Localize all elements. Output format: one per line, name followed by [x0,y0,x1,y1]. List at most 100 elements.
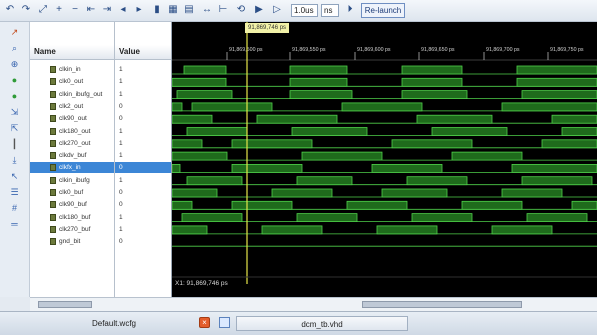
signal-value[interactable]: 0 [115,187,171,198]
signal-value[interactable]: 1 [115,76,171,87]
waveform-canvas[interactable]: 91,869,500 ps 91,869,550 ps 91,869,600 ps 9… [172,22,597,297]
signal-row[interactable]: clk0_out [30,76,114,87]
signal-icon [50,189,56,196]
close-tab-icon[interactable]: × [199,317,210,328]
horizontal-scrollbar[interactable] [30,297,597,311]
circle-back-icon[interactable]: ● [8,90,21,103]
signal-row[interactable]: clkin_ibufg_out [30,89,114,100]
signal-row[interactable]: clk180_out [30,126,114,137]
grid-icon[interactable]: ▦ [166,3,180,17]
wave-high-pulse [172,77,227,87]
restart-icon[interactable]: ⟲ [234,3,248,17]
signal-row[interactable]: clkdv_buf [30,150,114,161]
file-icon [219,317,230,328]
signal-name: clk90_buf [59,201,87,209]
pointer-icon[interactable]: ↖ [8,170,21,183]
wave-high-pulse [431,127,508,136]
signal-row[interactable]: clk180_buf [30,212,114,223]
tab-default-wcfg[interactable]: Default.wcfg [60,316,168,331]
radix-icon[interactable]: # [8,202,21,215]
collapse-icon[interactable]: ⇱ [8,122,21,135]
signal-value[interactable]: 1 [115,212,171,223]
run-icon[interactable]: ▶ [252,3,266,17]
search-icon[interactable]: ⌕ [8,42,21,55]
zoom-fit-icon[interactable]: ⤢ [36,3,50,17]
zoom-icon[interactable]: ⊕ [8,58,21,71]
bar-chart-icon[interactable]: ▤ [182,3,196,17]
zoom-out-icon[interactable]: − [68,3,82,17]
wave-high-pulse [172,188,218,198]
signal-value[interactable]: 1 [115,175,171,186]
redo-icon[interactable]: ↷ [19,3,33,17]
signal-row[interactable]: clk270_out [30,138,114,149]
signal-icon [50,90,56,98]
wave-high-pulse [181,213,243,223]
run-time-unit-select[interactable]: ns [321,4,339,17]
go-to-start-icon[interactable]: ⇤ [84,3,98,17]
wave-high-pulse [416,114,493,124]
wave-high-pulse [521,176,593,186]
wave-high-pulse [186,176,243,186]
signal-value[interactable]: 1 [115,224,171,235]
signal-value[interactable]: 0 [115,236,171,247]
expand-icon[interactable]: ⇲ [8,106,21,119]
ruler-tick-label: 91,869,600 ps [357,47,391,53]
signal-value[interactable]: 1 [115,126,171,137]
tab-dcm-tb-vhd[interactable]: dcm_tb.vhd [236,316,408,331]
arrow-icon[interactable]: ↗ [8,26,21,39]
list-icon[interactable]: ☰ [8,186,21,199]
run-for-icon[interactable]: ▷ [270,3,284,17]
next-transition-icon[interactable]: ▸ [132,3,146,17]
signal-value[interactable]: 0 [115,101,171,112]
wave-pane-scroll-thumb[interactable] [362,301,522,308]
signal-row[interactable]: clk90_buf [30,199,114,210]
wave-high-pulse [526,213,588,223]
wave-high-pulse [172,225,208,235]
timeline-ruler [172,22,597,60]
undo-icon[interactable]: ↶ [3,3,17,17]
signal-value[interactable]: 1 [115,138,171,149]
left-toolbar: ↗ ⌕ ⊕ ● ● ⇲ ⇱ ┃ ⤓ ↖ ☰ # ═ [0,22,30,297]
signal-row[interactable]: clk270_buf [30,224,114,235]
wave-high-pulse [231,139,313,149]
signal-value[interactable]: 0 [115,199,171,210]
signal-row[interactable]: clk2_out [30,101,114,112]
wave-high-pulse [172,102,183,112]
add-marker-icon[interactable]: ▮ [150,3,164,17]
signal-row[interactable]: gnd_bit [30,236,114,247]
ruler-icon[interactable]: ⊢ [216,3,230,17]
run-time-value-field[interactable]: 1.0us [291,4,318,17]
go-to-end-icon[interactable]: ⇥ [100,3,114,17]
snap-icon[interactable]: ⤓ [8,154,21,167]
name-column-header[interactable]: Name [30,45,114,60]
circle-go-icon[interactable]: ● [8,74,21,87]
signal-value[interactable]: 0 [115,162,171,174]
signal-value[interactable]: 0 [115,113,171,124]
value-column-header[interactable]: Value [115,45,171,60]
signal-row[interactable]: clkin_ibufg [30,175,114,186]
wave-high-pulse [406,176,468,186]
name-pane-scroll-thumb[interactable] [38,301,92,308]
step-icon[interactable]: ⏵ [343,3,357,17]
wave-high-pulse [346,200,408,210]
relaunch-button[interactable]: Re-launch [361,3,405,18]
signal-row[interactable]: clkin_in [30,64,114,75]
swap-cursor-icon[interactable]: ↔ [200,3,214,17]
signal-value[interactable]: 1 [115,89,171,100]
wave-high-pulse [391,139,473,149]
signal-row[interactable]: clkfx_in [30,162,114,174]
signal-icon [50,115,56,123]
signal-row[interactable]: clk0_buf [30,187,114,198]
signal-value[interactable]: 1 [115,64,171,75]
divider-icon[interactable]: ═ [8,218,21,231]
waveform-pane[interactable]: 91,869,500 ps 91,869,550 ps 91,869,600 ps 9… [172,22,597,297]
wave-high-pulse [376,225,438,235]
signal-name: clkin_in [59,66,81,73]
zoom-in-icon[interactable]: + [52,3,66,17]
signal-row[interactable]: clk90_out [30,113,114,124]
previous-transition-icon[interactable]: ◂ [116,3,130,17]
marker-icon[interactable]: ┃ [8,138,21,151]
wave-high-pulse [551,114,597,124]
signal-value[interactable]: 1 [115,150,171,161]
signal-icon [50,78,56,86]
